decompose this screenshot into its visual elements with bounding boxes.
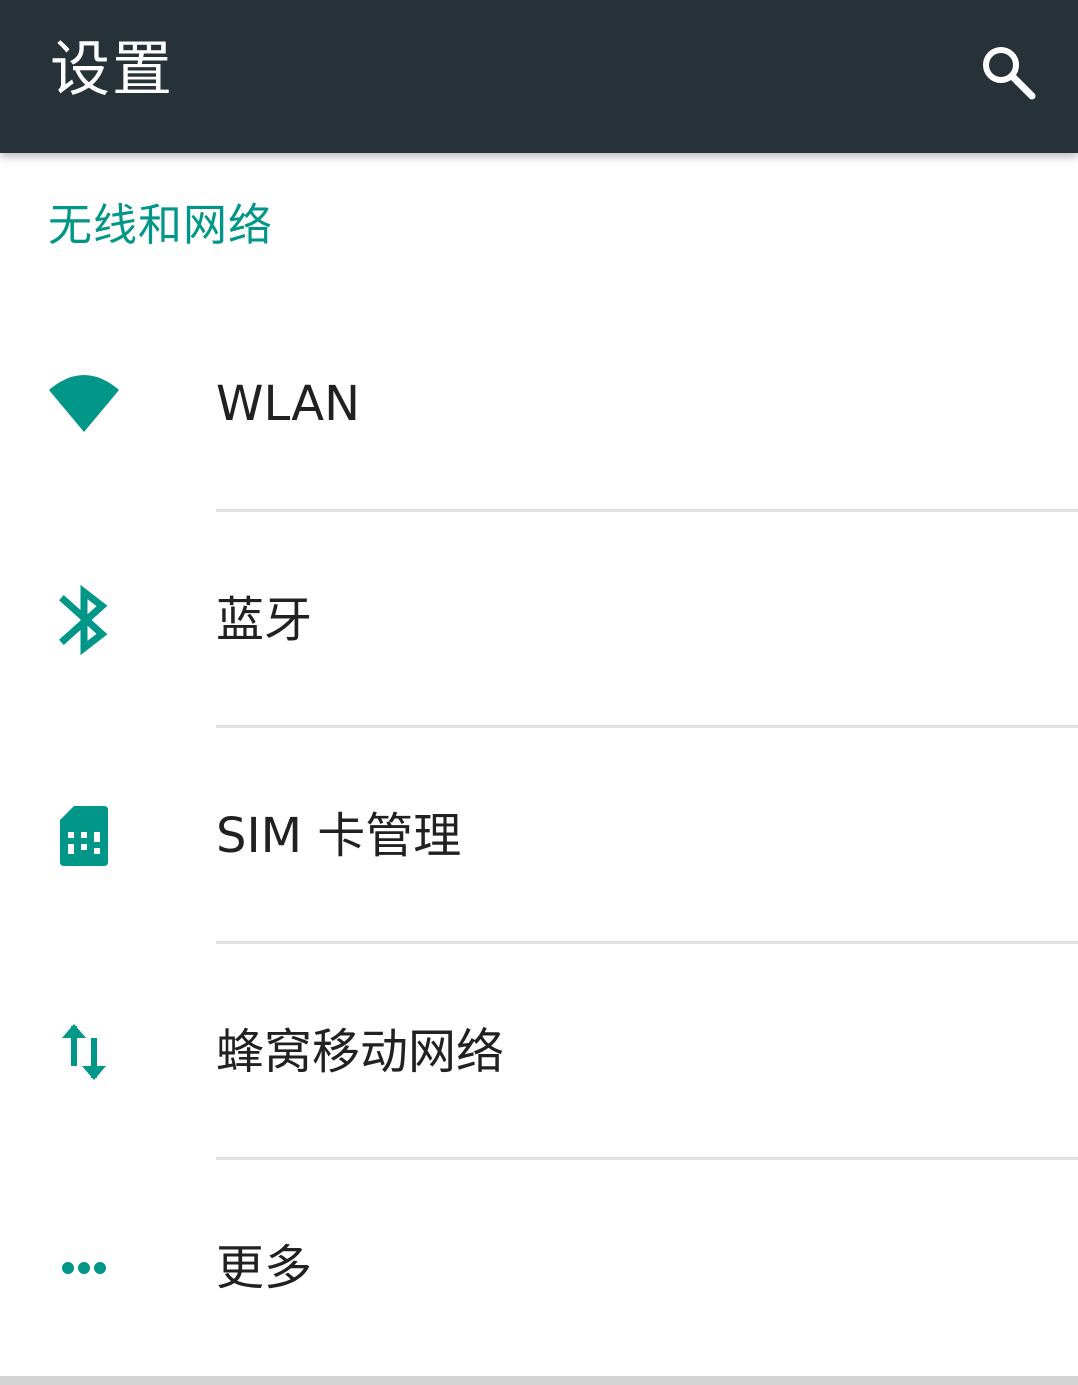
list-item-label: 蜂窝移动网络 (216, 1024, 505, 1080)
bluetooth-icon (59, 584, 108, 656)
more-dots-icon (62, 1262, 106, 1274)
wifi-icon (49, 375, 119, 432)
list-item-more[interactable]: 更多 (0, 1160, 1078, 1376)
list-item-sim[interactable]: SIM 卡管理 (0, 728, 1078, 944)
list-item-wlan[interactable]: WLAN (0, 296, 1078, 512)
list-item-bluetooth[interactable]: 蓝牙 (0, 512, 1078, 728)
settings-list: WLAN 蓝牙 SIM 卡管理 蜂窝移动网络 更多 (0, 296, 1078, 1376)
list-item-label: SIM 卡管理 (216, 808, 462, 864)
search-icon (983, 47, 1036, 100)
section-header-wireless: 无线和网络 (48, 200, 273, 251)
sim-card-icon (60, 806, 108, 866)
search-button[interactable] (972, 36, 1044, 108)
data-arrows-icon (62, 1024, 106, 1080)
page-title: 设置 (50, 35, 174, 105)
section-divider (0, 1376, 1078, 1385)
list-item-label: 更多 (216, 1240, 313, 1296)
list-item-label: 蓝牙 (216, 592, 313, 648)
list-item-label: WLAN (216, 376, 361, 432)
app-bar: 设置 (0, 0, 1078, 153)
list-item-cellular[interactable]: 蜂窝移动网络 (0, 944, 1078, 1160)
